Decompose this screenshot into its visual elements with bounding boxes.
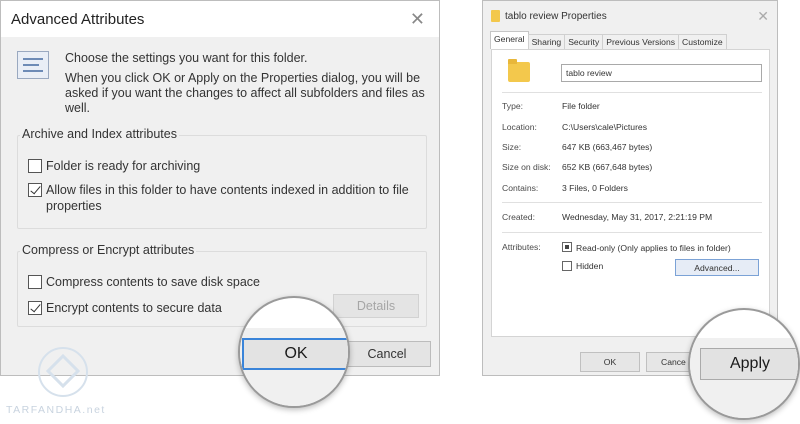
- encrypt-checkbox[interactable]: [28, 301, 42, 315]
- contains-row: Contains: 3 Files, 0 Folders: [502, 183, 628, 193]
- readonly-checkbox[interactable]: [562, 242, 572, 252]
- tab-sharing[interactable]: Sharing: [527, 34, 566, 49]
- readonly-option[interactable]: Read-only (Only applies to files in fold…: [562, 242, 731, 253]
- advanced-attributes-dialog: Advanced Attributes ✕ Choose the setting…: [0, 0, 440, 376]
- encrypt-option[interactable]: Encrypt contents to secure data: [28, 300, 222, 316]
- folder-name-field[interactable]: tablo review: [561, 64, 762, 82]
- index-label: Allow files in this folder to have conte…: [46, 183, 409, 213]
- hidden-checkbox[interactable]: [562, 261, 572, 271]
- watermark-logo-icon: [38, 347, 88, 397]
- hidden-option[interactable]: Hidden: [562, 261, 603, 271]
- general-tab-panel: tablo review Type: File folder Location:…: [491, 49, 770, 337]
- properties-tabs: General Sharing Security Previous Versio…: [490, 31, 727, 49]
- ok-button[interactable]: OK: [242, 338, 348, 370]
- compress-checkbox[interactable]: [28, 275, 42, 289]
- intro-text-2: When you click OK or Apply on the Proper…: [65, 71, 425, 115]
- compress-label: Compress contents to save disk space: [46, 275, 260, 289]
- ok-zoom-magnifier: OK: [238, 296, 350, 408]
- advanced-attributes-intro: Choose the settings you want for this fo…: [17, 51, 427, 116]
- index-option[interactable]: Allow files in this folder to have conte…: [28, 182, 418, 214]
- readonly-label: Read-only (Only applies to files in fold…: [576, 243, 731, 253]
- properties-title: tablo review Properties: [505, 10, 607, 22]
- archiving-option[interactable]: Folder is ready for archiving: [28, 158, 200, 174]
- cancel-button[interactable]: Cancel: [343, 341, 431, 367]
- type-row: Type: File folder: [502, 101, 600, 111]
- tab-customize[interactable]: Customize: [678, 34, 727, 49]
- encrypt-label: Encrypt contents to secure data: [46, 301, 222, 315]
- close-icon[interactable]: ✕: [757, 8, 769, 25]
- tab-security[interactable]: Security: [564, 34, 604, 49]
- index-checkbox[interactable]: [28, 183, 42, 197]
- archiving-checkbox[interactable]: [28, 159, 42, 173]
- intro-text-1: Choose the settings you want for this fo…: [65, 51, 308, 65]
- properties-titlebar: tablo review Properties ✕: [483, 1, 777, 31]
- tab-general[interactable]: General: [490, 31, 529, 49]
- settings-document-icon: [17, 51, 49, 79]
- archive-index-group-label: Archive and Index attributes: [20, 127, 179, 141]
- properties-ok-button[interactable]: OK: [580, 352, 640, 372]
- location-row: Location: C:\Users\cale\Pictures: [502, 122, 648, 132]
- archive-index-group: Archive and Index attributes Folder is r…: [17, 127, 427, 229]
- created-row: Created: Wednesday, May 31, 2017, 2:21:1…: [502, 212, 713, 222]
- apply-button[interactable]: Apply: [700, 348, 798, 380]
- details-button[interactable]: Details: [333, 294, 419, 318]
- compress-encrypt-group-label: Compress or Encrypt attributes: [20, 243, 197, 257]
- watermark-text: TARFANDHA.net: [6, 404, 106, 416]
- hidden-label: Hidden: [576, 261, 604, 271]
- size-on-disk-row: Size on disk: 652 KB (667,648 bytes): [502, 162, 653, 172]
- apply-zoom-magnifier: Apply: [688, 308, 800, 420]
- advanced-button[interactable]: Advanced...: [675, 259, 759, 276]
- tab-previous-versions[interactable]: Previous Versions: [602, 34, 680, 49]
- archiving-label: Folder is ready for archiving: [46, 159, 201, 173]
- folder-icon: [491, 10, 500, 22]
- folder-icon: [508, 59, 530, 82]
- compress-option[interactable]: Compress contents to save disk space: [28, 274, 260, 290]
- attributes-row: Attributes: Read-only (Only applies to f…: [502, 242, 731, 253]
- size-row: Size: 647 KB (663,467 bytes): [502, 142, 653, 152]
- advanced-attributes-titlebar: Advanced Attributes ✕: [1, 1, 439, 37]
- advanced-attributes-title: Advanced Attributes: [11, 10, 145, 28]
- close-icon[interactable]: ✕: [410, 9, 425, 30]
